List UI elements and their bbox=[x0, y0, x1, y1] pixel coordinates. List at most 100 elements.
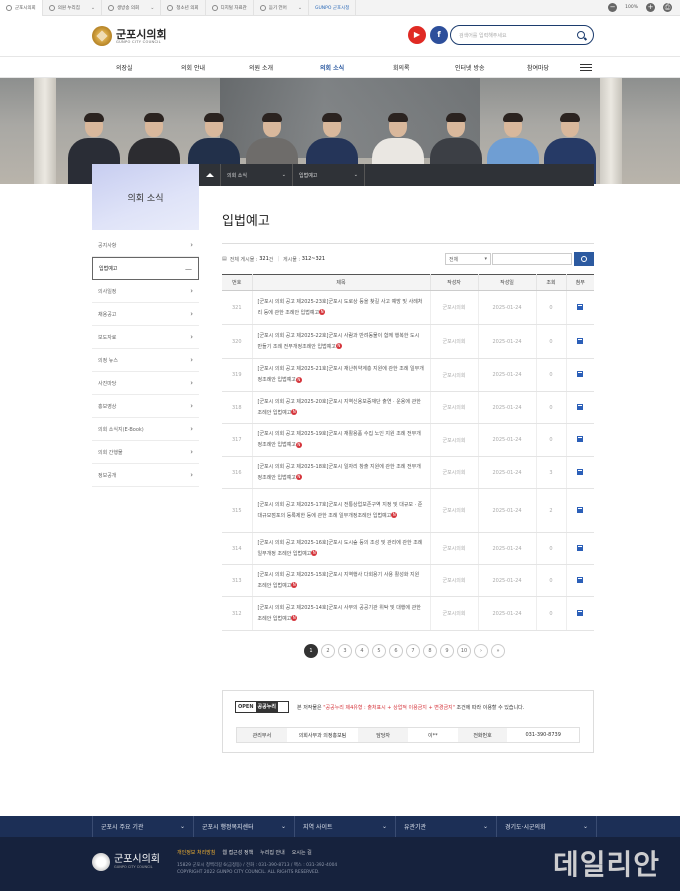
table-row: 312 [군포시 의회 공고 제2025-14호]군포시 사무의 공공기관 위탁… bbox=[222, 596, 594, 631]
youth-icon bbox=[167, 4, 174, 11]
nav-item-minutes[interactable]: 회의록 bbox=[393, 63, 410, 72]
post-title-link[interactable]: [군포시 의회 공고 제2025-15호]군포시 지역행사 다회용기 사용 활성… bbox=[251, 564, 430, 597]
attachment-file-icon[interactable] bbox=[577, 436, 584, 442]
new-badge: N bbox=[295, 441, 302, 448]
page-button[interactable]: 3 bbox=[338, 644, 352, 658]
nav-item-guide[interactable]: 의회 안내 bbox=[181, 63, 205, 72]
post-title-link[interactable]: [군포시 의회 공고 제2025-21호]군포시 재난취약계층 지원에 관한 조… bbox=[251, 358, 430, 392]
page-button[interactable]: 4 bbox=[355, 644, 369, 658]
page-button[interactable]: 8 bbox=[423, 644, 437, 658]
attachment-file-icon[interactable] bbox=[577, 544, 584, 551]
privacy-policy-link[interactable]: 개인정보 처리방침 bbox=[177, 849, 215, 856]
chevron-down-icon: ⌄ bbox=[582, 823, 588, 830]
footer-logo: 군포시의회 GUNPO CITY COUNCIL bbox=[92, 853, 160, 871]
directions-link[interactable]: 오시는 길 bbox=[292, 849, 312, 856]
attachment-file-icon[interactable] bbox=[577, 506, 584, 513]
nav-item-broadcast[interactable]: 인터넷 방송 bbox=[455, 63, 485, 72]
utility-tab-cityhall[interactable]: GUNPO 군포시청 bbox=[309, 0, 357, 16]
footer-menu: 개인정보 처리방침 웹 접근성 정책 누리집 안내 오시는 길 bbox=[177, 849, 312, 856]
site-guide-link[interactable]: 누리집 안내 bbox=[260, 849, 285, 856]
site-header: 군포시의회 GUNPO CITY COUNCIL ▶ f 검색어를 입력해주세요 bbox=[0, 16, 680, 56]
nav-item-news[interactable]: 의회 소식 bbox=[320, 63, 344, 72]
post-title-link[interactable]: [군포시 의회 공고 제2025-18호]군포시 일자리 창출 지원에 관한 조… bbox=[251, 456, 430, 489]
footer-dropdown-gyeonggi[interactable]: 경기도·시군의회 ⌄ bbox=[496, 816, 597, 837]
facebook-icon[interactable]: f bbox=[430, 26, 448, 44]
chevron-right-icon: › bbox=[190, 241, 193, 249]
breadcrumb-item[interactable]: 입법예고 ⌄ bbox=[293, 164, 365, 186]
nav-item-members[interactable]: 의원 소개 bbox=[249, 63, 273, 72]
sidebar-item-disclosure[interactable]: 정보공개 › bbox=[92, 464, 199, 487]
sidebar-item-ebook[interactable]: 의회 소식지(E-Book) › bbox=[92, 418, 199, 441]
page-button[interactable]: 6 bbox=[389, 644, 403, 658]
site-logo[interactable]: 군포시의회 GUNPO CITY COUNCIL bbox=[92, 26, 167, 46]
footer-dropdown-local-sites[interactable]: 지역 사이트 ⌄ bbox=[294, 816, 395, 837]
sidebar-item-video[interactable]: 홍보영상 › bbox=[92, 395, 199, 418]
news-watermark: 데일리안 bbox=[552, 848, 660, 881]
post-title-link[interactable]: [군포시 의회 공고 제2025-20호]군포시 지역신용보증재단 출연 · 운… bbox=[251, 391, 430, 424]
search-filter-select[interactable]: 전체 ▾ bbox=[445, 253, 491, 265]
pagination: 1 2 3 4 5 6 7 8 9 10 › » bbox=[304, 644, 505, 658]
sidebar-item-press[interactable]: 보도자료 › bbox=[92, 326, 199, 349]
utility-tab-archive[interactable]: 디지털 자료관 bbox=[206, 0, 254, 16]
sidebar-item-recruit[interactable]: 채용공고 › bbox=[92, 303, 199, 326]
post-title-link[interactable]: [군포시 의회 공고 제2025-14호]군포시 사무의 공공기관 위탁 및 대… bbox=[251, 596, 430, 631]
utility-tab-live[interactable]: 생방송 의회 ⌄ bbox=[102, 0, 162, 16]
utility-tab-youth[interactable]: 청소년 의회 bbox=[161, 0, 206, 16]
attachment-file-icon[interactable] bbox=[577, 403, 584, 410]
print-button[interactable]: ⎙ bbox=[663, 3, 672, 12]
attachment-file-icon[interactable] bbox=[577, 337, 584, 344]
board-search-input[interactable] bbox=[492, 253, 572, 265]
youtube-icon[interactable]: ▶ bbox=[408, 26, 426, 44]
next-page-button[interactable]: › bbox=[474, 644, 488, 658]
post-title-link[interactable]: [군포시 의회 공고 제2025-22호]군포시 사람과 반려동물이 함께 행복… bbox=[251, 324, 430, 359]
footer-dropdown-welfare-centers[interactable]: 군포시 행정복지센터 ⌄ bbox=[193, 816, 294, 837]
sidebar-item-photo[interactable]: 사진마당 › bbox=[92, 372, 199, 395]
attachment-file-icon[interactable] bbox=[577, 609, 584, 616]
page-button[interactable]: 7 bbox=[406, 644, 420, 658]
page-button[interactable]: 2 bbox=[321, 644, 335, 658]
page-button[interactable]: 5 bbox=[372, 644, 386, 658]
sidebar-item-publication[interactable]: 의회 간행물 › bbox=[92, 441, 199, 464]
home-icon[interactable] bbox=[199, 164, 221, 186]
sidebar: 의회 소식 공지사항 › 입법예고 — 의사일정 › 채용공고 › 보도자료 › 의정 뉴… bbox=[92, 164, 199, 487]
chevron-right-icon: › bbox=[190, 356, 193, 364]
new-badge: N bbox=[391, 512, 398, 518]
attachment-file-icon[interactable] bbox=[577, 371, 584, 377]
chevron-down-icon: ⌄ bbox=[281, 172, 286, 178]
post-title-link[interactable]: [군포시 의회 공고 제2025-23호]군포시 도로상 등을 찾길 사고 예방… bbox=[251, 290, 430, 325]
attachment-file-icon[interactable] bbox=[577, 303, 584, 310]
chevron-right-icon: › bbox=[190, 287, 193, 295]
last-page-button[interactable]: » bbox=[491, 644, 505, 658]
utility-tab-council[interactable]: 군포시의회 bbox=[0, 0, 43, 16]
zoom-out-button[interactable]: − bbox=[608, 3, 618, 12]
board-search-button[interactable] bbox=[574, 252, 594, 266]
sidebar-item-notice[interactable]: 공지사항 › bbox=[92, 234, 199, 257]
hamburger-menu-icon[interactable] bbox=[580, 64, 592, 71]
zoom-in-button[interactable]: + bbox=[646, 3, 655, 12]
sidebar-item-news[interactable]: 의정 뉴스 › bbox=[92, 349, 199, 372]
nav-item-participation[interactable]: 참여마당 bbox=[527, 63, 549, 72]
search-input[interactable]: 검색어를 입력해주세요 bbox=[459, 32, 577, 39]
accessibility-link[interactable]: 웹 접근성 정책 bbox=[222, 849, 253, 856]
nav-item-speaker[interactable]: 의장실 bbox=[116, 63, 133, 72]
post-title-link[interactable]: [군포시 의회 공고 제2025-16호]군포시 도시숲 등의 조성 및 관리에… bbox=[251, 532, 430, 565]
page-button[interactable]: 9 bbox=[440, 644, 454, 658]
post-title-link[interactable]: [군포시 의회 공고 제2025-19호]군포시 재활용품 수집 노인 지원 조… bbox=[251, 423, 430, 457]
table-row: 315 [군포시 의회 공고 제2025-17호]군포시 전통상업보존구역 지정… bbox=[222, 488, 594, 533]
sidebar-item-legislation[interactable]: 입법예고 — bbox=[92, 257, 199, 280]
page-button[interactable]: 10 bbox=[457, 644, 471, 658]
search-icon[interactable] bbox=[577, 31, 585, 39]
attachment-file-icon[interactable] bbox=[577, 576, 584, 583]
post-title-link[interactable]: [군포시 의회 공고 제2025-17호]군포시 전통상업보존구역 지정 및 대… bbox=[251, 488, 430, 533]
utility-tab-language[interactable]: 듣기 언어 ⌄ bbox=[254, 0, 310, 16]
sidebar-item-schedule[interactable]: 의사일정 › bbox=[92, 280, 199, 303]
table-row: 313 [군포시 의회 공고 제2025-15호]군포시 지역행사 다회용기 사… bbox=[222, 564, 594, 597]
attachment-file-icon[interactable] bbox=[577, 468, 584, 475]
footer-dropdown-related[interactable]: 유관기관 ⌄ bbox=[395, 816, 496, 837]
chevron-down-icon: ⌄ bbox=[179, 823, 185, 830]
page-button-current[interactable]: 1 bbox=[304, 644, 318, 658]
footer-dropdown-agencies[interactable]: 군포시 주요 기관 ⌄ bbox=[92, 816, 193, 837]
breadcrumb-item[interactable]: 의회 소식 ⌄ bbox=[221, 164, 293, 186]
archive-icon bbox=[211, 4, 218, 11]
utility-tab-member[interactable]: 의원 누리집 ⌄ bbox=[43, 0, 103, 16]
